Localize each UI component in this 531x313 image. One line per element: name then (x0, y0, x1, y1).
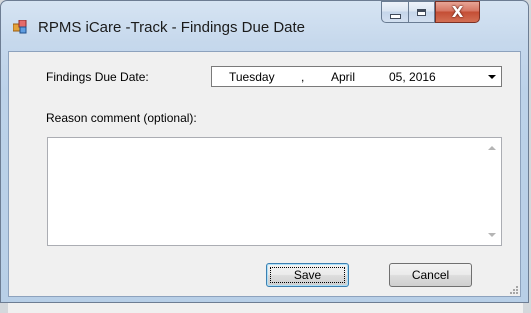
vertical-scrollbar[interactable] (484, 138, 501, 245)
focus-rectangle (270, 267, 345, 283)
maximize-icon (417, 8, 426, 16)
dialog-window: RPMS iCare -Track - Findings Due Date X … (0, 0, 529, 303)
app-icon[interactable] (13, 20, 27, 34)
window-title: RPMS iCare -Track - Findings Due Date (38, 19, 306, 36)
title-bar[interactable]: RPMS iCare -Track - Findings Due Date X (1, 1, 528, 51)
minimize-icon (389, 13, 401, 19)
date-weekday[interactable]: Tuesday (229, 70, 275, 84)
minimize-button[interactable] (381, 1, 408, 23)
scroll-down-icon[interactable] (488, 233, 496, 237)
date-separator: , (301, 70, 305, 84)
date-month[interactable]: April (331, 70, 355, 84)
date-day-year[interactable]: 05, 2016 (389, 70, 436, 84)
cancel-button-label: Cancel (411, 268, 450, 282)
close-icon: X (451, 3, 464, 21)
date-dropdown-button[interactable] (483, 68, 500, 85)
cancel-button[interactable]: Cancel (389, 263, 472, 287)
maximize-button[interactable] (408, 1, 435, 23)
chevron-down-icon (487, 74, 496, 79)
due-date-picker[interactable]: Tuesday , April 05, 2016 (211, 66, 502, 87)
due-date-label: Findings Due Date: (46, 70, 149, 84)
caption-buttons: X (381, 1, 480, 23)
dialog-client-area: Findings Due Date: Tuesday , April 05, 2… (8, 51, 521, 297)
reason-comment-textarea[interactable] (47, 137, 502, 246)
close-button[interactable]: X (435, 1, 480, 23)
reason-label: Reason comment (optional): (46, 111, 197, 125)
scroll-up-icon[interactable] (488, 146, 496, 150)
save-button[interactable]: Save (266, 263, 349, 287)
resize-grip-icon[interactable] (509, 285, 519, 295)
